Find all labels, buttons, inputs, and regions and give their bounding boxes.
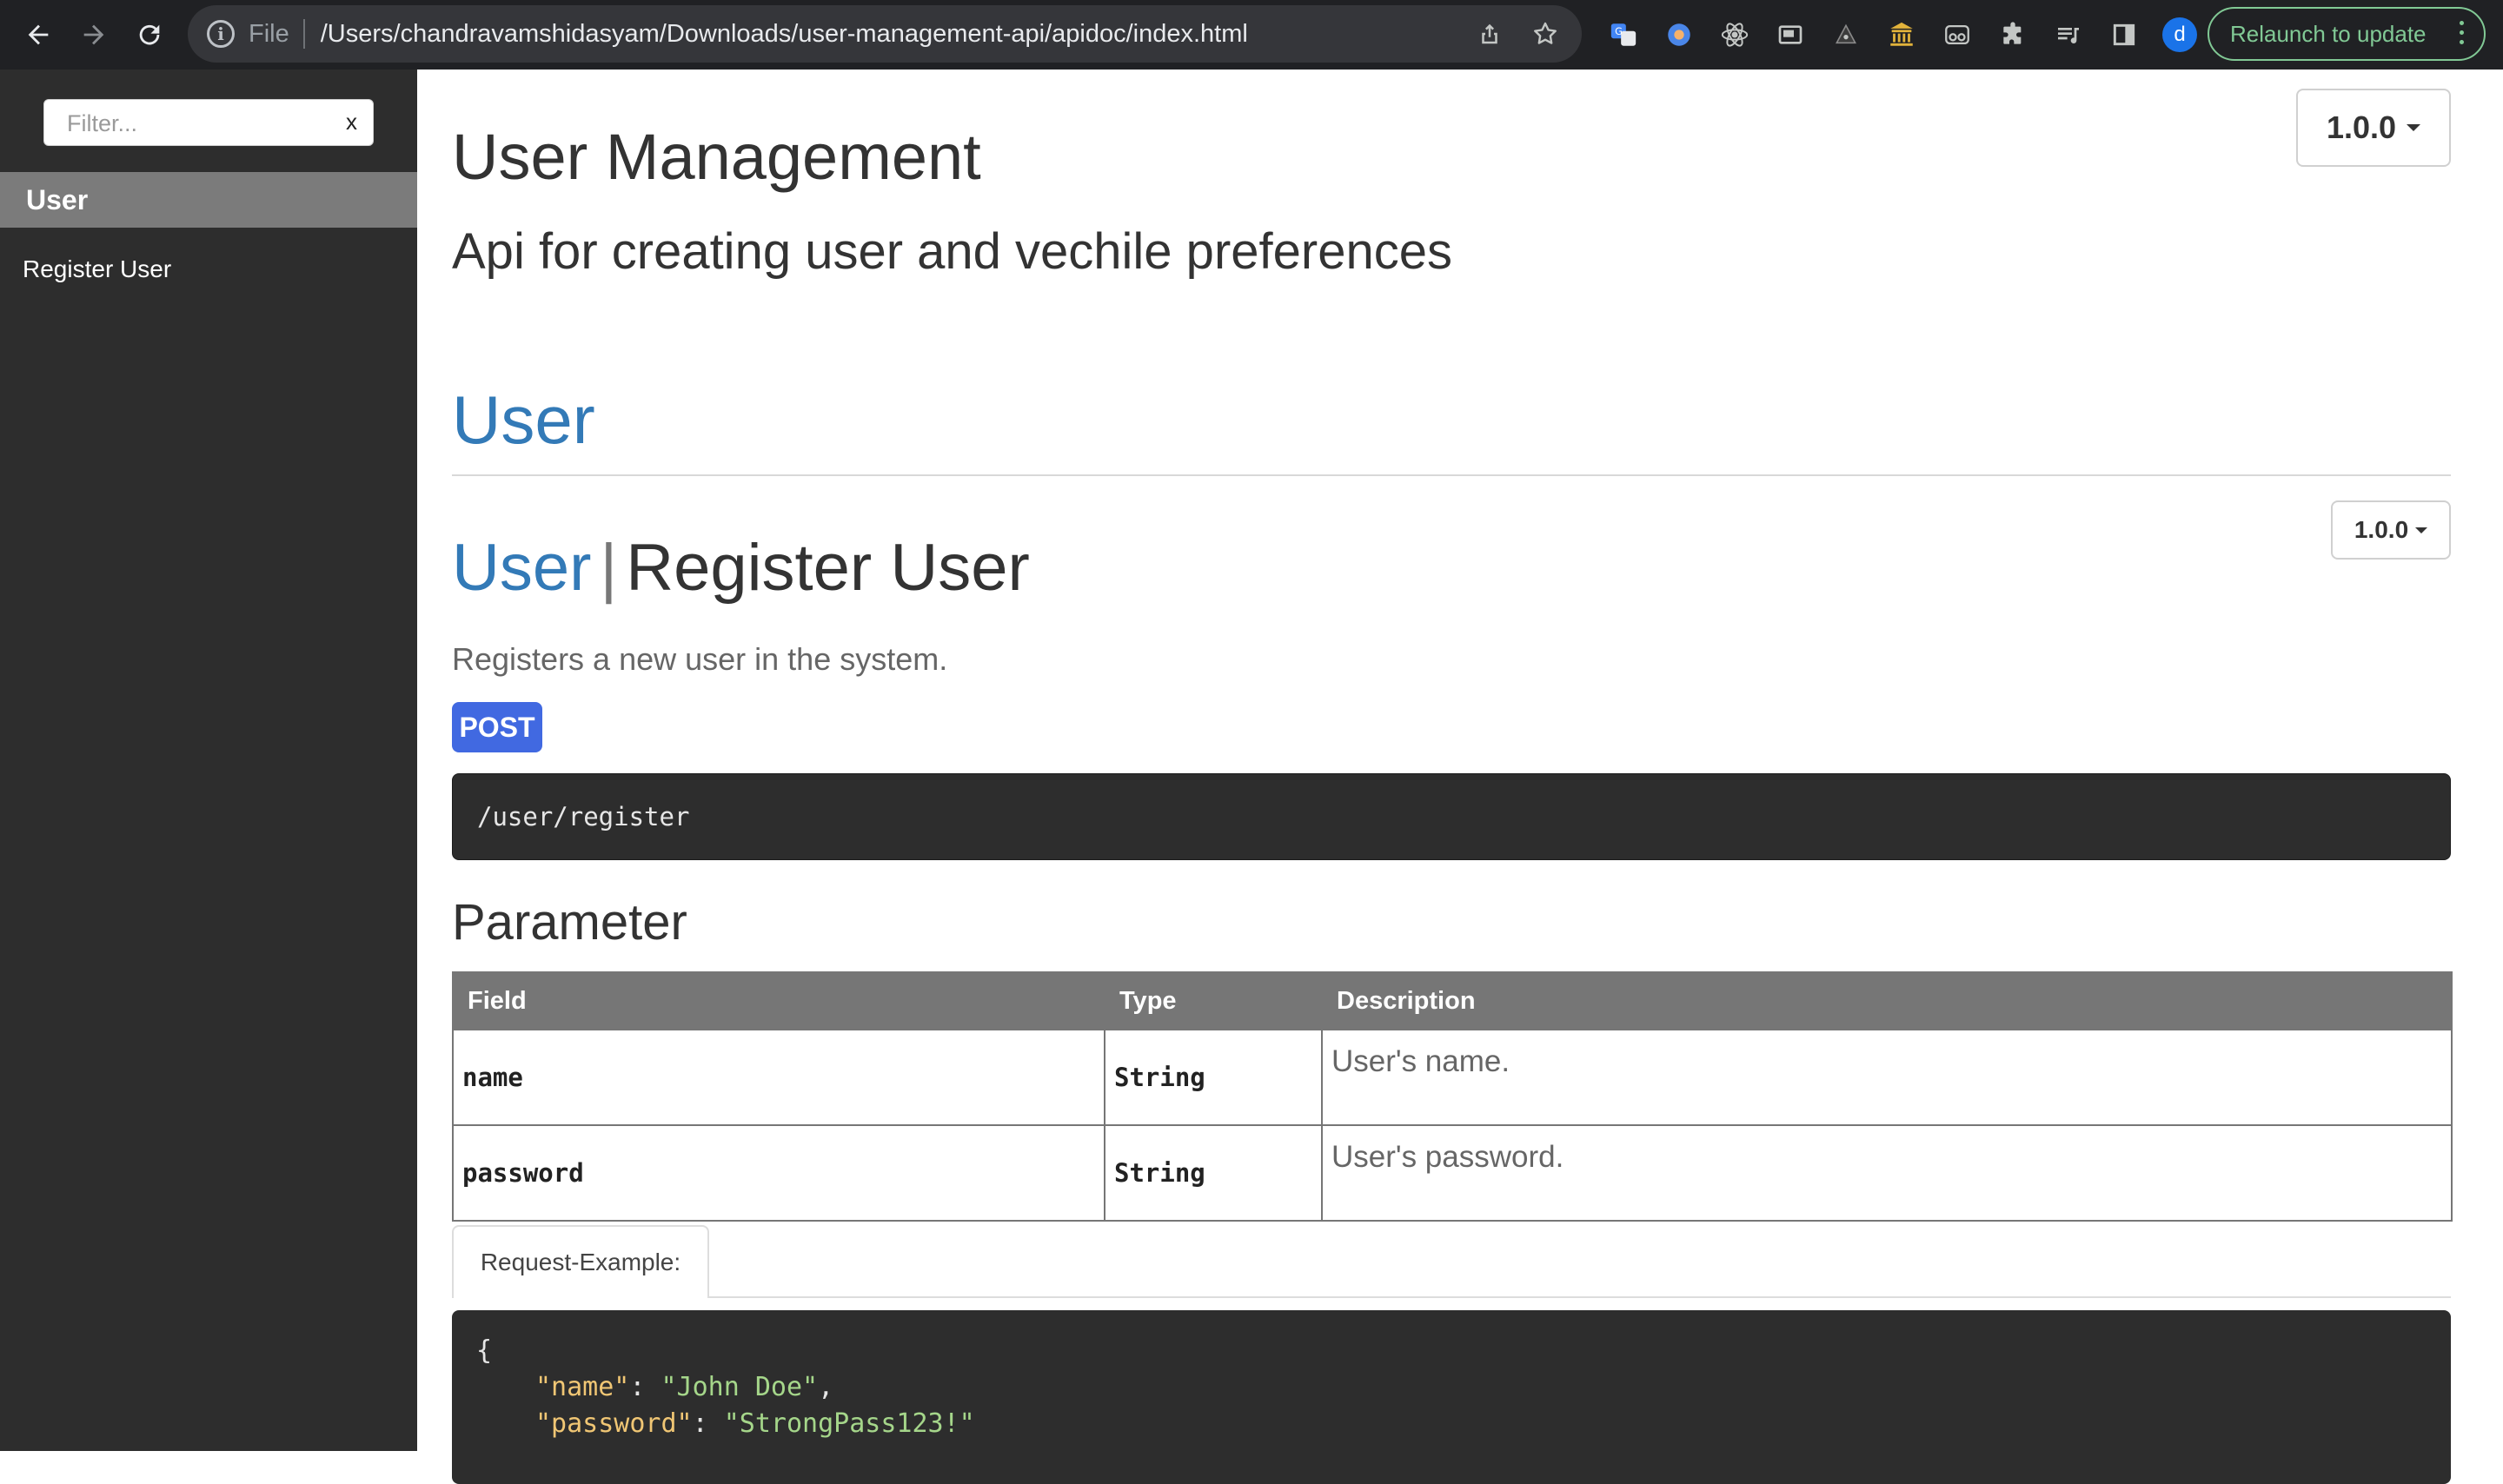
- puzzle-extensions-icon[interactable]: [1988, 10, 2037, 59]
- sidebar-item-register-user[interactable]: Register User: [23, 255, 171, 283]
- main-content: 1.0.0 User Management Api for creating u…: [417, 70, 2503, 1484]
- caret-down-icon: [2407, 124, 2421, 131]
- code-line: "name": "John Doe",: [535, 1372, 834, 1402]
- param-type: String: [1104, 1124, 1323, 1222]
- column-header-field: Field: [452, 971, 1105, 1030]
- page-title: User Management: [452, 121, 981, 193]
- param-field: name: [452, 1029, 1105, 1126]
- url-divider: [302, 19, 305, 49]
- version-dropdown[interactable]: 1.0.0: [2296, 89, 2451, 167]
- filter-clear-button[interactable]: x: [346, 109, 357, 136]
- endpoint-url: /user/register: [452, 773, 2451, 860]
- param-field: password: [452, 1124, 1105, 1222]
- extension-circle-icon[interactable]: [1655, 10, 1703, 59]
- profile-avatar[interactable]: d: [2155, 10, 2204, 59]
- extension-dark-icon[interactable]: [1822, 10, 1870, 59]
- profile-initial: d: [2162, 17, 2197, 52]
- bookmark-star-icon[interactable]: [1521, 10, 1570, 58]
- section-divider: [452, 474, 2451, 476]
- code-line: "password": "StrongPass123!": [535, 1408, 975, 1439]
- relaunch-to-update-button[interactable]: Relaunch to update: [2208, 7, 2486, 61]
- group-title-link[interactable]: User: [452, 381, 595, 460]
- media-queue-icon[interactable]: [2044, 10, 2093, 59]
- request-example-code: { "name": "John Doe", "password": "Stron…: [452, 1310, 2451, 1484]
- tab-request-example[interactable]: Request-Example:: [452, 1225, 709, 1298]
- forward-button[interactable]: [66, 0, 122, 70]
- endpoint-version-dropdown[interactable]: 1.0.0: [2331, 500, 2451, 560]
- column-header-type: Type: [1104, 971, 1323, 1030]
- code-open-brace: {: [476, 1335, 493, 1366]
- filter-input[interactable]: [44, 100, 347, 147]
- more-vert-icon[interactable]: [2460, 21, 2465, 50]
- endpoint-name: Register User: [626, 531, 1030, 605]
- code-value: "John Doe": [661, 1372, 819, 1402]
- arrow-right-icon: [83, 24, 104, 45]
- param-type: String: [1104, 1029, 1323, 1126]
- reload-icon: [139, 24, 160, 45]
- table-row: password String User's password.: [452, 1124, 2453, 1222]
- caret-down-icon: [2415, 527, 2428, 533]
- url-scheme-label: File: [249, 19, 289, 48]
- react-devtools-icon[interactable]: [1710, 10, 1759, 59]
- version-label: 1.0.0: [2326, 109, 2397, 145]
- sidebar: x User Register User: [0, 70, 417, 1451]
- translate-icon[interactable]: G: [1599, 10, 1648, 59]
- code-trail: ,: [818, 1372, 834, 1402]
- code-value: "StrongPass123!": [723, 1408, 975, 1439]
- method-badge: POST: [452, 702, 542, 752]
- back-button[interactable]: [10, 0, 66, 70]
- tabs-underline: [452, 1296, 2451, 1298]
- extensions-bar: G d: [1599, 0, 2204, 70]
- endpoint-description: Registers a new user in the system.: [452, 641, 948, 677]
- parameter-heading: Parameter: [452, 894, 687, 951]
- picture-in-picture-icon[interactable]: [1766, 10, 1815, 59]
- page-subtitle: Api for creating user and vechile prefer…: [452, 223, 1452, 280]
- code-key: "name": [535, 1372, 630, 1402]
- code-key: "password": [535, 1408, 693, 1439]
- endpoint-version-label: 1.0.0: [2354, 516, 2409, 543]
- arrow-left-icon: [28, 24, 49, 45]
- endpoint-group-link[interactable]: User: [452, 531, 591, 605]
- param-description: User's name.: [1321, 1029, 2453, 1126]
- endpoint-title: User | Register User: [452, 530, 1030, 606]
- title-separator: |: [600, 531, 618, 605]
- column-header-description: Description: [1321, 971, 2453, 1030]
- share-icon[interactable]: [1465, 10, 1514, 58]
- relaunch-label: Relaunch to update: [2230, 20, 2427, 47]
- sidebar-group-user[interactable]: User: [0, 172, 417, 228]
- reload-button[interactable]: [122, 0, 177, 70]
- param-description: User's password.: [1321, 1124, 2453, 1222]
- info-icon[interactable]: i: [207, 20, 235, 48]
- svg-text:G: G: [1615, 25, 1623, 37]
- url-text[interactable]: /Users/chandravamshidasyam/Downloads/use…: [321, 20, 1248, 49]
- parameter-table: Field Type Description name String User'…: [452, 971, 2453, 1222]
- glasses-icon[interactable]: [1933, 10, 1982, 59]
- side-panel-icon[interactable]: [2100, 10, 2148, 59]
- browser-toolbar: i File /Users/chandravamshidasyam/Downlo…: [0, 0, 2503, 70]
- filter-box: x: [43, 99, 374, 147]
- museum-icon[interactable]: [1877, 10, 1926, 59]
- table-header-row: Field Type Description: [452, 971, 2453, 1030]
- table-row: name String User's name.: [452, 1029, 2453, 1126]
- address-bar[interactable]: i File /Users/chandravamshidasyam/Downlo…: [188, 5, 1582, 63]
